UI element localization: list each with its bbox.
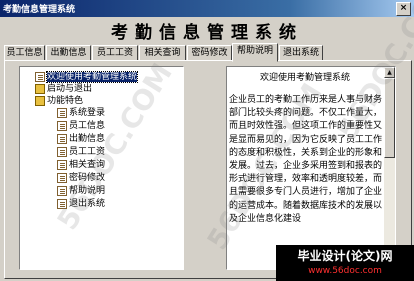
banner-title: 毕业设计(论文)网 xyxy=(297,249,393,263)
tree-node[interactable]: 员工信息 xyxy=(57,120,105,132)
tree-node[interactable]: 员工工资 xyxy=(57,146,105,158)
tree-node[interactable]: 相关查询 xyxy=(57,159,105,171)
tree-node[interactable]: 启动与退出 xyxy=(35,83,92,95)
title-bar: 考勤信息管理系统 × xyxy=(0,0,414,17)
banner-url: www.56doc.com xyxy=(308,266,382,276)
tab-attendance-info[interactable]: 出勤信息 xyxy=(46,45,91,61)
tree-node[interactable]: 功能特色 xyxy=(35,95,83,107)
document-icon xyxy=(57,185,67,196)
tree-node-label: 出勤信息 xyxy=(69,134,106,144)
document-icon xyxy=(57,172,67,183)
help-tree[interactable]: 欢迎使用考勤管理系统 启动与退出 功能特色 系统登录 员工信息 出勤信息 员工工… xyxy=(19,66,184,270)
site-banner: 毕业设计(论文)网 www.56doc.com xyxy=(276,245,414,281)
tab-related-query[interactable]: 相关查询 xyxy=(139,45,186,61)
scroll-thumb[interactable] xyxy=(384,78,395,158)
document-icon xyxy=(57,146,67,157)
tree-node[interactable]: 欢迎使用考勤管理系统 xyxy=(35,71,139,83)
tab-employee-salary[interactable]: 员工工资 xyxy=(92,45,138,61)
help-title: 欢迎使用考勤管理系统 xyxy=(259,73,350,83)
tree-node-label: 帮助说明 xyxy=(69,186,106,196)
document-icon xyxy=(35,71,45,82)
tree-node[interactable]: 出勤信息 xyxy=(57,133,105,145)
vertical-scrollbar[interactable]: ▲ ▼ xyxy=(384,67,395,269)
tree-node[interactable]: 退出系统 xyxy=(57,198,105,210)
tree-node-label: 功能特色 xyxy=(47,96,84,106)
tree-node-label: 密码修改 xyxy=(69,173,106,183)
tree-node[interactable]: 密码修改 xyxy=(57,172,105,184)
tab-help[interactable]: 帮助说明 xyxy=(232,43,278,62)
document-icon xyxy=(57,107,67,118)
page-heading: 考勤信息管理系统 xyxy=(111,23,303,43)
tree-node-label: 欢迎使用考勤管理系统 xyxy=(45,71,139,83)
tree-node[interactable]: 系统登录 xyxy=(57,107,105,119)
document-icon xyxy=(57,120,67,131)
tree-node[interactable]: 帮助说明 xyxy=(57,185,105,197)
tree-node-label: 退出系统 xyxy=(69,199,106,209)
help-body: 企业员工的考勤工作历来是人事与财务部门比较头疼的问题。不仅工作量大，而且时效性强… xyxy=(229,95,383,224)
help-text-area[interactable]: 欢迎使用考勤管理系统 企业员工的考勤工作历来是人事与财务部门比较头疼的问题。不仅… xyxy=(226,66,396,270)
tree-node-label: 员工工资 xyxy=(69,147,106,157)
closed-book-icon xyxy=(35,83,45,94)
app-window: 考勤信息管理系统 × 考勤信息管理系统 员工信息 出勤信息 员工工资 相关查询 … xyxy=(0,0,414,281)
tab-password-change[interactable]: 密码修改 xyxy=(187,45,232,61)
document-icon xyxy=(57,198,67,209)
tab-exit-system[interactable]: 退出系统 xyxy=(279,45,323,61)
close-button[interactable]: × xyxy=(396,2,411,16)
document-icon xyxy=(57,159,67,170)
tree-node-label: 启动与退出 xyxy=(47,84,93,94)
tree-node-label: 系统登录 xyxy=(69,108,106,118)
tab-employee-info[interactable]: 员工信息 xyxy=(4,45,45,61)
tree-node-label: 相关查询 xyxy=(69,160,106,170)
window-title: 考勤信息管理系统 xyxy=(3,5,76,15)
scroll-up-icon[interactable]: ▲ xyxy=(384,67,395,78)
document-icon xyxy=(57,133,67,144)
open-book-icon xyxy=(35,95,45,106)
tree-node-label: 员工信息 xyxy=(69,121,106,131)
